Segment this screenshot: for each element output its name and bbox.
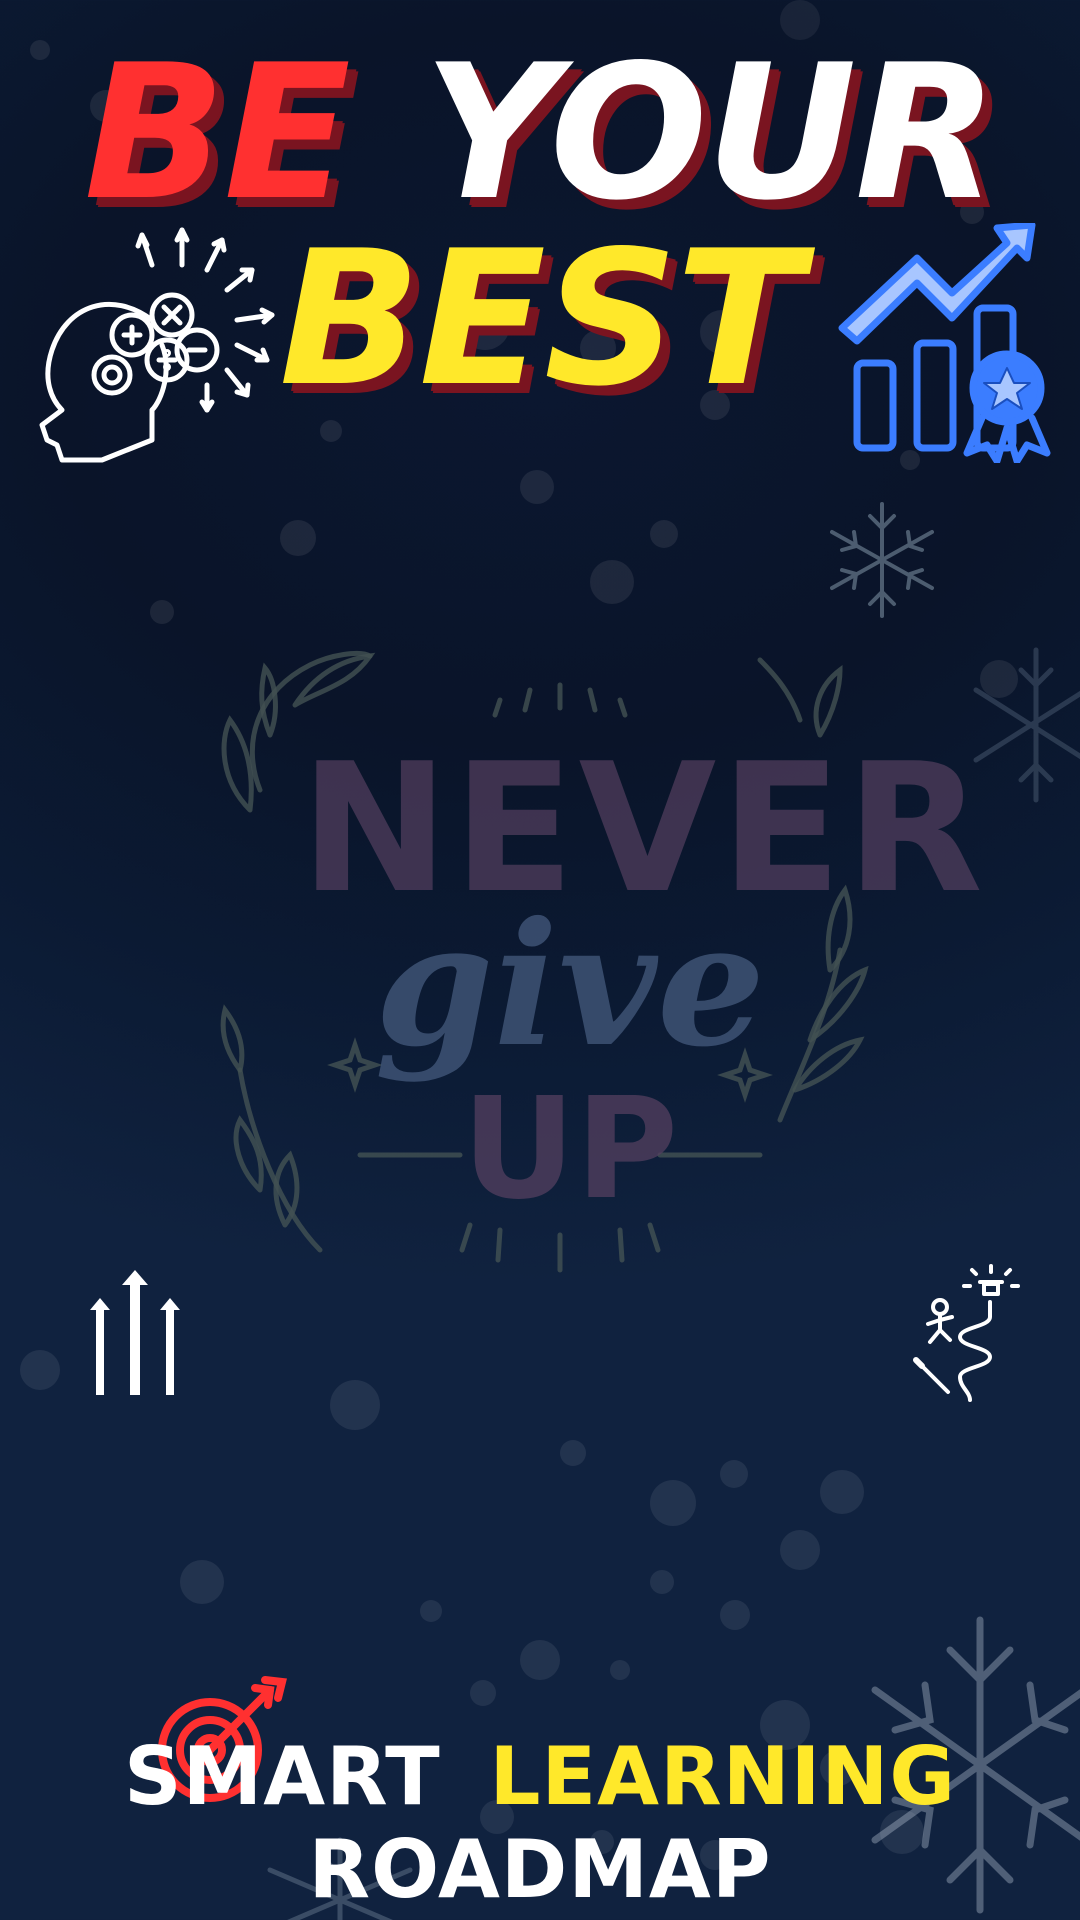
footer-smart: SMART	[123, 1730, 441, 1823]
title-be: BE	[83, 24, 351, 241]
mind-icon	[32, 220, 282, 470]
never-give-up-art: NEVER give UP	[200, 650, 983, 1300]
footer: SMART LEARNING ROADMAP	[0, 1730, 1080, 1916]
up-arrows-icon	[80, 1270, 190, 1400]
footer-learning: LEARNING	[489, 1730, 957, 1823]
title-your: YOUR	[423, 24, 998, 241]
journey-icon	[910, 1262, 1040, 1402]
title-best: BEST	[279, 210, 803, 427]
snowflake-icon	[822, 494, 942, 626]
up-text: UP	[461, 1068, 679, 1231]
footer-title: SMART LEARNING ROADMAP	[0, 1730, 1080, 1916]
footer-roadmap: ROADMAP	[308, 1823, 772, 1916]
growth-chart-icon	[832, 221, 1062, 465]
give-text: give	[374, 885, 766, 1085]
